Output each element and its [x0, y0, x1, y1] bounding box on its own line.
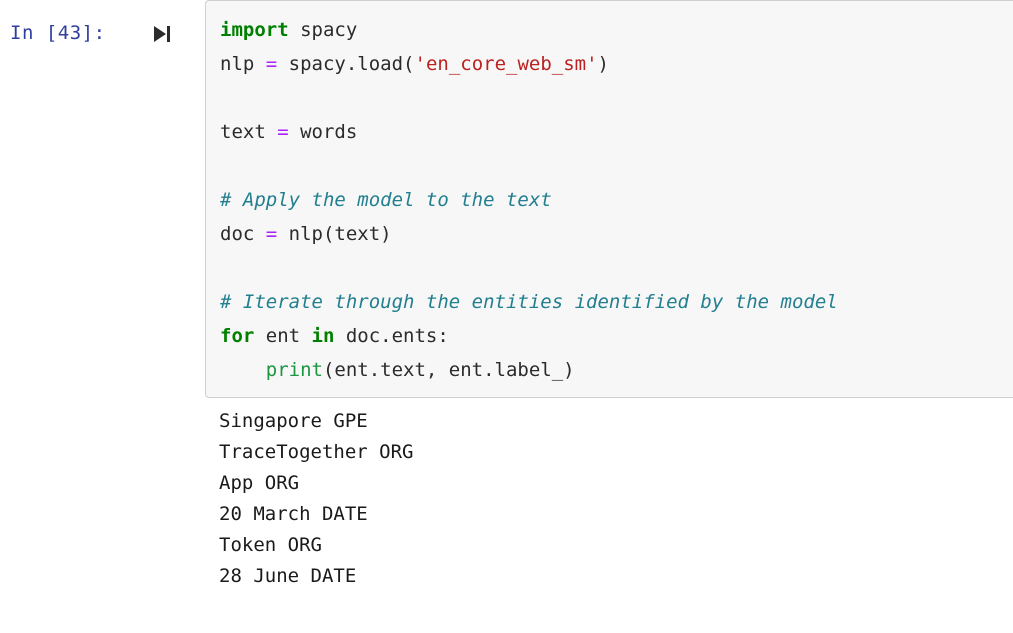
output-line: Token ORG — [219, 534, 322, 556]
code-token-keyword: import — [220, 19, 289, 41]
code-token-operator: = — [277, 121, 289, 143]
code-line: # Apply the model to the text — [220, 183, 1013, 217]
output-line: Singapore GPE — [219, 410, 368, 432]
code-token-plain: ) — [597, 53, 609, 75]
run-cell-icon[interactable] — [147, 22, 177, 46]
code-token-plain: nlp(text) — [277, 223, 392, 245]
output-line: 20 March DATE — [219, 503, 368, 525]
code-token-operator: = — [265, 223, 278, 245]
execution-prompt-label: In [43]: — [10, 22, 106, 44]
output-line: App ORG — [219, 472, 300, 494]
code-token-keyword: for — [220, 325, 255, 347]
cell-output-area: Singapore GPE TraceTogether ORG App ORG 20 … — [205, 398, 1013, 592]
code-line: for ent in doc.ents: — [220, 319, 1013, 353]
code-token-string: 'en_core_web_sm' — [414, 53, 598, 75]
notebook-cell-container: In [43]: import spacy nlp = spacy.load('e… — [0, 0, 1013, 633]
code-token-plain: doc — [220, 223, 266, 245]
code-token-plain: words — [288, 121, 358, 143]
code-token-plain: spacy — [288, 19, 358, 41]
code-line: nlp = spacy.load('en_core_web_sm') — [220, 47, 1013, 81]
code-token-plain: ent — [254, 325, 312, 347]
code-line: print(ent.text, ent.label_) — [220, 353, 1013, 387]
prompt-gutter: In [43]: — [0, 0, 205, 46]
code-token-keyword: in — [311, 325, 335, 347]
code-lines-list: import spacy nlp = spacy.load('en_core_we… — [220, 13, 1013, 387]
code-line: # Iterate through the entities identifie… — [220, 285, 1013, 319]
code-token-comment: # Apply the model to the text — [220, 189, 552, 211]
code-line: import spacy — [220, 13, 1013, 47]
code-token-plain: doc.ents: — [334, 325, 449, 347]
output-row: Singapore GPE TraceTogether ORG App ORG 20 … — [0, 398, 1013, 592]
code-token-plain: (ent.text, ent.label_) — [322, 359, 575, 381]
code-input-area[interactable]: import spacy nlp = spacy.load('en_core_we… — [205, 0, 1013, 398]
code-token-plain: nlp — [220, 53, 266, 75]
code-line: text = words — [220, 115, 1013, 149]
code-cell-row: In [43]: import spacy nlp = spacy.load('e… — [0, 0, 1013, 398]
output-line: 28 June DATE — [219, 565, 357, 587]
code-line: doc = nlp(text) — [220, 217, 1013, 251]
code-token-comment: # Iterate through the entities identifie… — [220, 291, 838, 313]
output-line: TraceTogether ORG — [219, 441, 414, 463]
code-token-builtin: print — [265, 359, 323, 381]
output-lines-list: Singapore GPE TraceTogether ORG App ORG 20 … — [219, 406, 1013, 592]
code-token-operator: = — [265, 53, 278, 75]
code-token-plain: text — [220, 121, 278, 143]
code-token-plain: spacy.load( — [277, 53, 415, 75]
